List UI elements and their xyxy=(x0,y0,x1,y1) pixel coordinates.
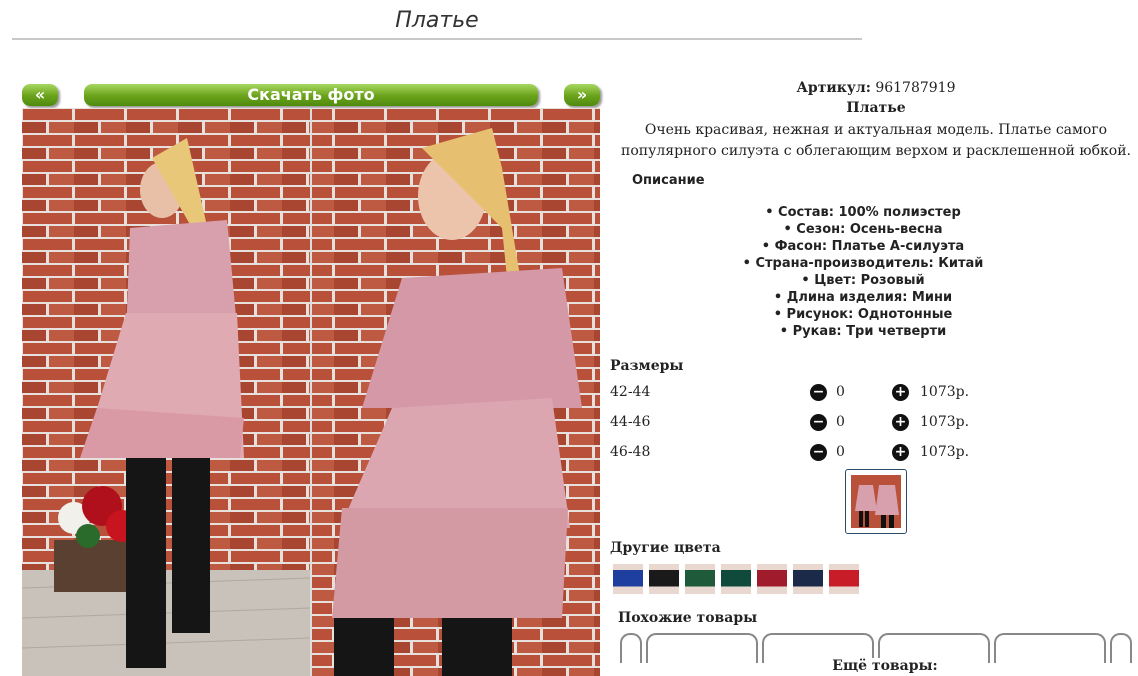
plus-icon[interactable]: + xyxy=(892,414,909,431)
sku-line: Артикул: 961787919 xyxy=(610,80,1138,96)
other-colors-heading: Другие цвета xyxy=(610,540,721,556)
quantity-value: 0 xyxy=(836,384,845,400)
property-list: Состав: 100% полиэстер Сезон: Осень-весн… xyxy=(610,204,1116,340)
product-name: Платье xyxy=(846,100,906,116)
selected-color-thumbnail[interactable] xyxy=(845,469,907,534)
similar-product-card[interactable] xyxy=(646,633,758,663)
size-row: 44-46 − 0 + 1073р. xyxy=(610,412,1010,434)
minus-icon[interactable]: − xyxy=(810,444,827,461)
sku-value: 961787919 xyxy=(875,80,956,96)
size-label: 42-44 xyxy=(610,384,651,400)
size-label: 44-46 xyxy=(610,414,651,430)
similar-product-card[interactable] xyxy=(620,633,642,663)
property-item: Цвет: Розовый xyxy=(610,272,1116,289)
similar-product-card[interactable] xyxy=(1110,633,1132,663)
size-row: 46-48 − 0 + 1073р. xyxy=(610,442,1010,464)
page-title: Платье xyxy=(395,8,479,33)
color-swatch[interactable] xyxy=(793,564,823,594)
color-swatch[interactable] xyxy=(685,564,715,594)
product-photo[interactable] xyxy=(22,108,600,676)
similar-product-card[interactable] xyxy=(994,633,1106,663)
color-swatch[interactable] xyxy=(649,564,679,594)
sizes-heading: Размеры xyxy=(610,358,684,374)
prev-photo-button[interactable]: « xyxy=(22,84,58,106)
price-value: 1073р. xyxy=(920,384,970,400)
minus-icon[interactable]: − xyxy=(810,384,827,401)
product-description: Очень красивая, нежная и актуальная моде… xyxy=(621,122,1131,159)
property-item: Сезон: Осень-весна xyxy=(610,221,1116,238)
property-item: Страна-производитель: Китай xyxy=(610,255,1116,272)
size-label: 46-48 xyxy=(610,444,651,460)
property-item: Состав: 100% полиэстер xyxy=(610,204,1116,221)
plus-icon[interactable]: + xyxy=(892,444,909,461)
price-value: 1073р. xyxy=(920,444,970,460)
sku-label: Артикул: xyxy=(796,80,871,96)
property-item: Длина изделия: Мини xyxy=(610,289,1116,306)
more-products-heading: Ещё товары: xyxy=(790,658,980,674)
color-swatch[interactable] xyxy=(613,564,643,594)
price-value: 1073р. xyxy=(920,414,970,430)
description-heading: Описание xyxy=(632,173,705,188)
quantity-value: 0 xyxy=(836,444,845,460)
property-item: Фасон: Платье А-силуэта xyxy=(610,238,1116,255)
next-photo-button[interactable]: » xyxy=(564,84,600,106)
minus-icon[interactable]: − xyxy=(810,414,827,431)
color-swatch[interactable] xyxy=(757,564,787,594)
title-divider xyxy=(12,38,862,40)
similar-products-heading: Похожие товары xyxy=(618,610,758,626)
color-swatch[interactable] xyxy=(721,564,751,594)
quantity-value: 0 xyxy=(836,414,845,430)
size-row: 42-44 − 0 + 1073р. xyxy=(610,382,1010,404)
plus-icon[interactable]: + xyxy=(892,384,909,401)
property-item: Рукав: Три четверти xyxy=(610,323,1116,340)
color-swatch[interactable] xyxy=(829,564,859,594)
download-photo-button[interactable]: Скачать фото xyxy=(84,84,538,106)
property-item: Рисунок: Однотонные xyxy=(610,306,1116,323)
